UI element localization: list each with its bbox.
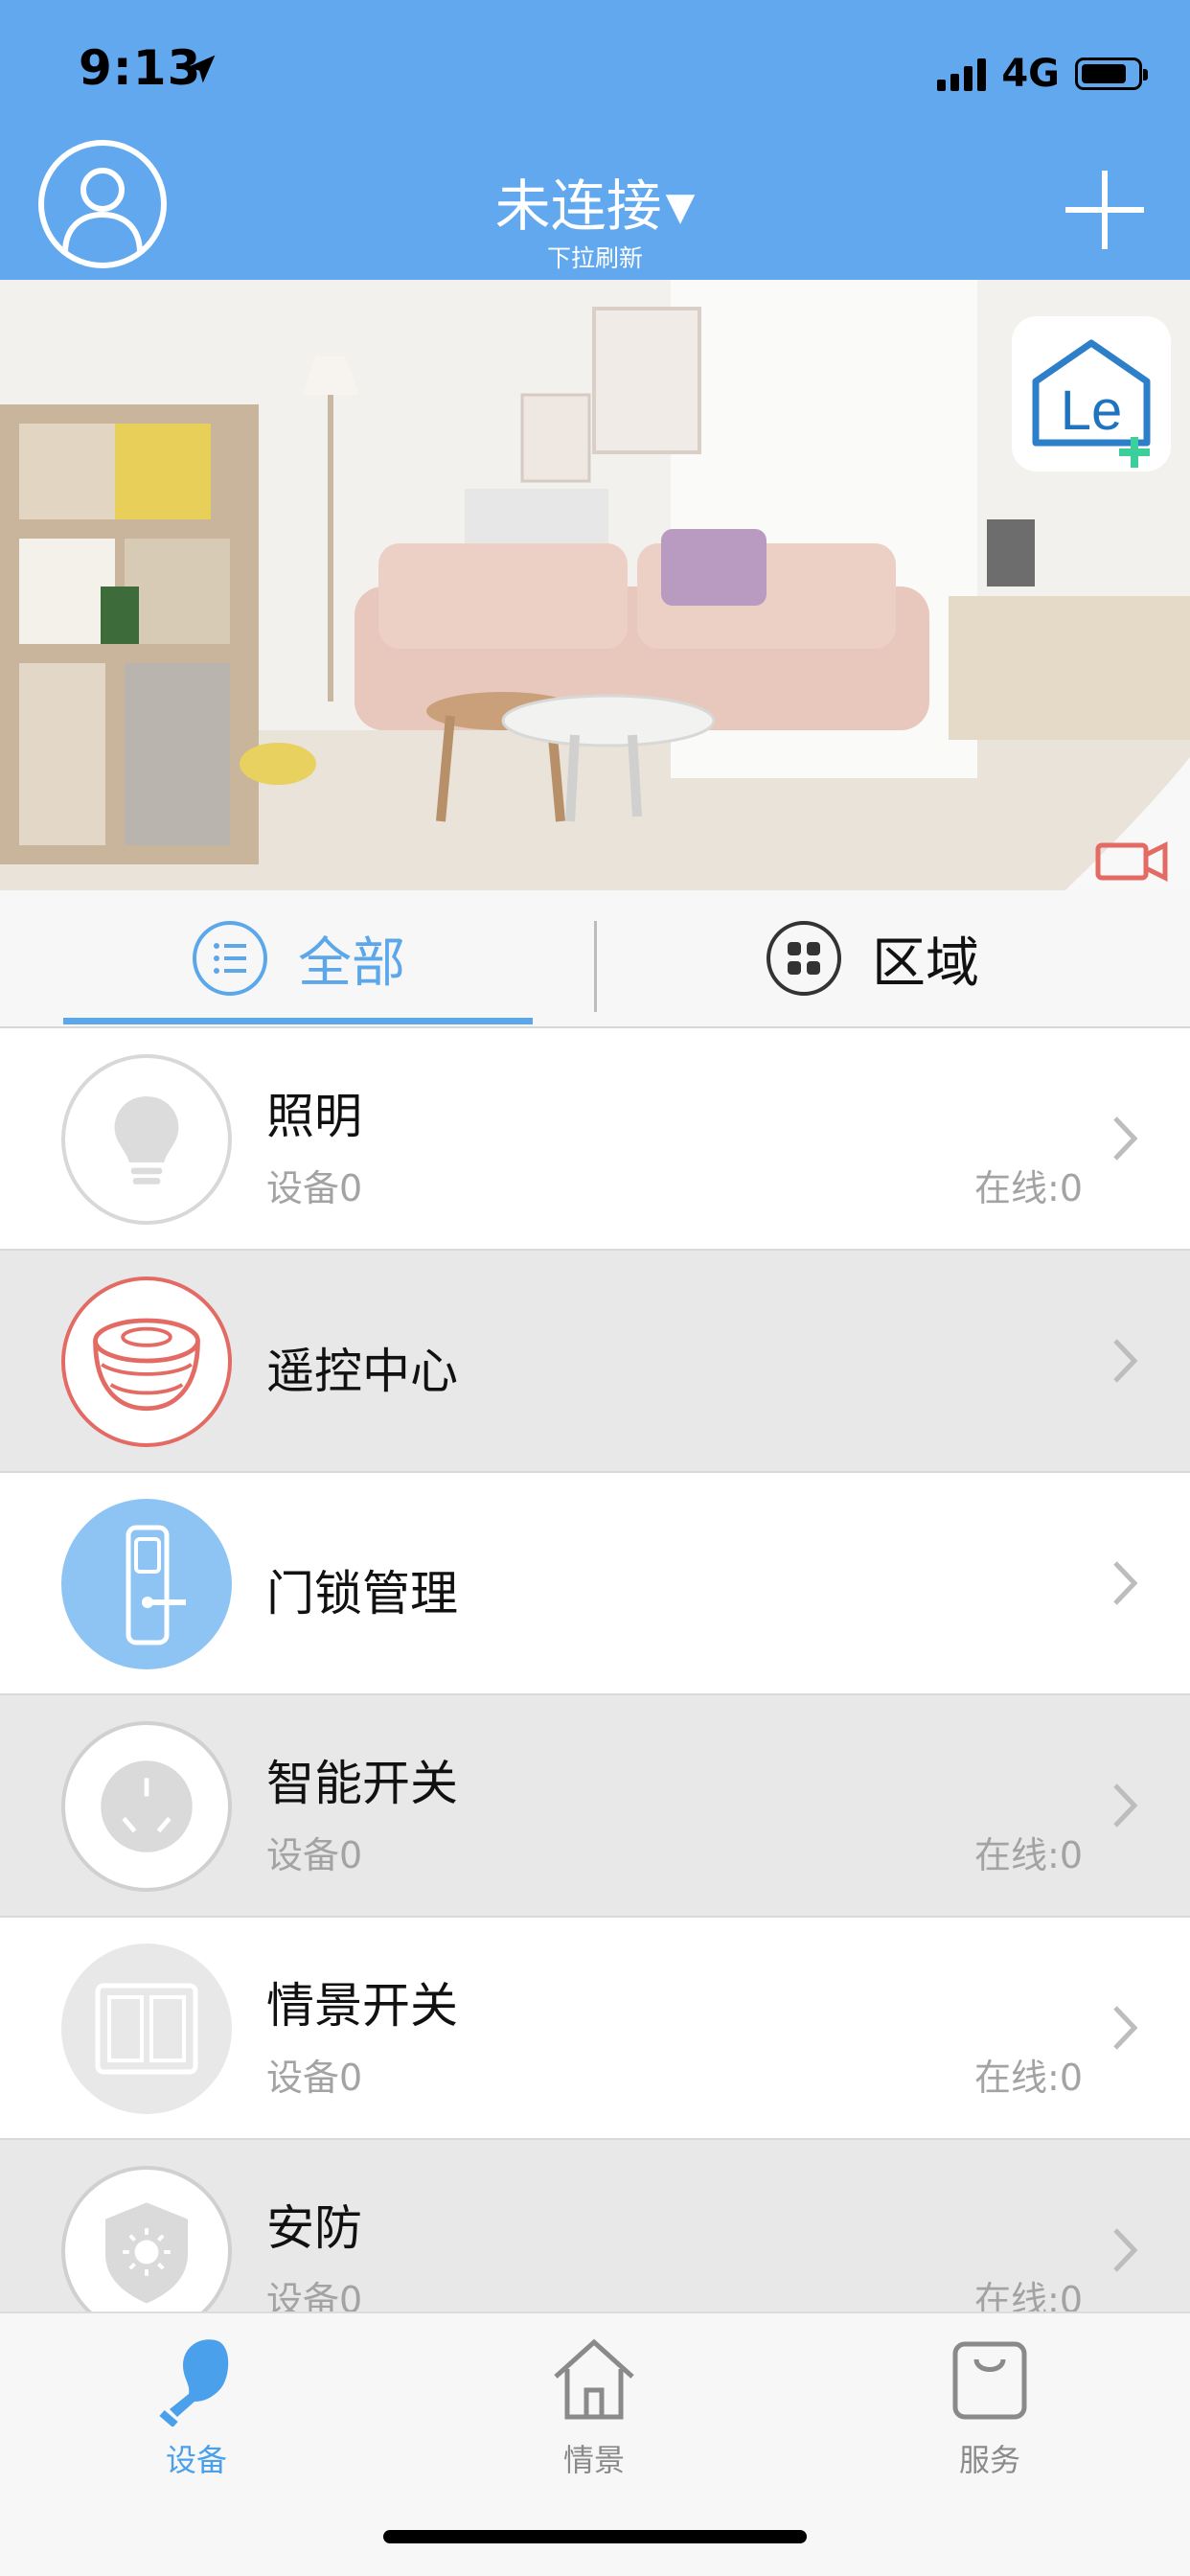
network-type: 4G bbox=[1001, 52, 1060, 96]
shield-icon bbox=[105, 2202, 188, 2304]
category-row-smart-switch[interactable]: 智能开关 设备0 在线:0 bbox=[0, 1695, 1190, 1918]
tab-divider bbox=[594, 921, 597, 1012]
category-row-door-lock[interactable]: 门锁管理 bbox=[0, 1473, 1190, 1695]
connection-status-dropdown[interactable]: 未连接 ▼ bbox=[0, 161, 1190, 242]
online-count: 在线:0 bbox=[974, 1167, 1083, 1209]
bulb-icon bbox=[159, 2339, 229, 2426]
chevron-right-icon bbox=[1113, 2228, 1138, 2272]
chevron-right-icon bbox=[1113, 1561, 1138, 1605]
nav-scenes-label: 情景 bbox=[562, 2442, 625, 2478]
category-title: 情景开关 bbox=[266, 1978, 458, 2034]
house-icon bbox=[554, 2338, 634, 2420]
status-indicators: 4G bbox=[937, 50, 1148, 98]
category-title: 安防 bbox=[266, 2200, 362, 2256]
brand-logo[interactable]: Le bbox=[1012, 316, 1171, 472]
chevron-right-icon bbox=[1113, 1116, 1138, 1161]
category-icon-wrap bbox=[61, 1721, 232, 1892]
bag-icon bbox=[952, 2341, 1027, 2420]
tab-area-label: 区域 bbox=[872, 932, 979, 995]
nav-devices[interactable]: 设备 bbox=[101, 2331, 292, 2480]
location-arrow-icon bbox=[187, 55, 216, 83]
category-title: 智能开关 bbox=[266, 1756, 458, 1811]
list-icon bbox=[193, 921, 267, 996]
category-title: 遥控中心 bbox=[266, 1344, 458, 1399]
device-filter-tabs: 全部 区域 bbox=[0, 890, 1190, 1028]
category-row-lighting[interactable]: 照明 设备0 在线:0 bbox=[0, 1028, 1190, 1251]
nav-scenes[interactable]: 情景 bbox=[498, 2331, 690, 2480]
device-count: 设备0 bbox=[266, 1834, 363, 1876]
category-row-scene-switch[interactable]: 情景开关 设备0 在线:0 bbox=[0, 1918, 1190, 2140]
svg-text:Le: Le bbox=[1061, 380, 1123, 442]
scene-switch-icon bbox=[95, 1983, 198, 2075]
tab-area[interactable]: 区域 bbox=[613, 890, 1131, 1026]
add-device-button[interactable] bbox=[1065, 171, 1144, 249]
category-icon-wrap bbox=[61, 1054, 232, 1225]
device-category-list: 照明 设备0 在线:0 遥控中心 门锁管理 智能开关 设备0 在线:0 情景开关… bbox=[0, 1028, 1190, 2362]
remote-hub-icon bbox=[93, 1318, 200, 1412]
chevron-right-icon bbox=[1113, 1783, 1138, 1828]
nav-devices-label: 设备 bbox=[165, 2442, 227, 2478]
nav-services-label: 服务 bbox=[958, 2442, 1020, 2478]
category-title: 照明 bbox=[266, 1089, 362, 1144]
category-icon-wrap bbox=[61, 1944, 232, 2114]
le-home-logo-icon: Le bbox=[1032, 339, 1151, 468]
category-icon-wrap bbox=[61, 1499, 232, 1669]
socket-icon bbox=[101, 1760, 193, 1852]
battery-icon bbox=[1075, 58, 1148, 90]
category-title: 门锁管理 bbox=[266, 1566, 458, 1622]
online-count: 在线:0 bbox=[974, 1834, 1083, 1876]
dropdown-caret-icon: ▼ bbox=[665, 185, 696, 229]
pull-to-refresh-hint: 下拉刷新 bbox=[546, 244, 643, 272]
chevron-right-icon bbox=[1113, 1339, 1138, 1383]
camera-icon[interactable] bbox=[1065, 757, 1190, 890]
online-count: 在线:0 bbox=[974, 2057, 1083, 2099]
grid-icon bbox=[767, 921, 841, 996]
category-icon-wrap bbox=[61, 1276, 232, 1447]
nav-services[interactable]: 服务 bbox=[894, 2331, 1086, 2480]
category-row-remote-center[interactable]: 遥控中心 bbox=[0, 1251, 1190, 1473]
header-bar: 9:13 4G 未连接 ▼ 下拉刷新 bbox=[0, 0, 1190, 280]
connection-status-label: 未连接 bbox=[494, 173, 662, 239]
active-tab-indicator bbox=[63, 1018, 533, 1024]
device-count: 设备0 bbox=[266, 2057, 363, 2099]
door-lock-icon bbox=[126, 1525, 186, 1645]
tab-all[interactable]: 全部 bbox=[63, 890, 533, 1026]
home-indicator[interactable] bbox=[383, 2530, 807, 2543]
tab-all-label: 全部 bbox=[298, 932, 405, 995]
signal-icon bbox=[937, 57, 987, 91]
device-count: 设备0 bbox=[266, 1167, 363, 1209]
chevron-right-icon bbox=[1113, 2006, 1138, 2050]
bulb-icon bbox=[114, 1096, 179, 1184]
